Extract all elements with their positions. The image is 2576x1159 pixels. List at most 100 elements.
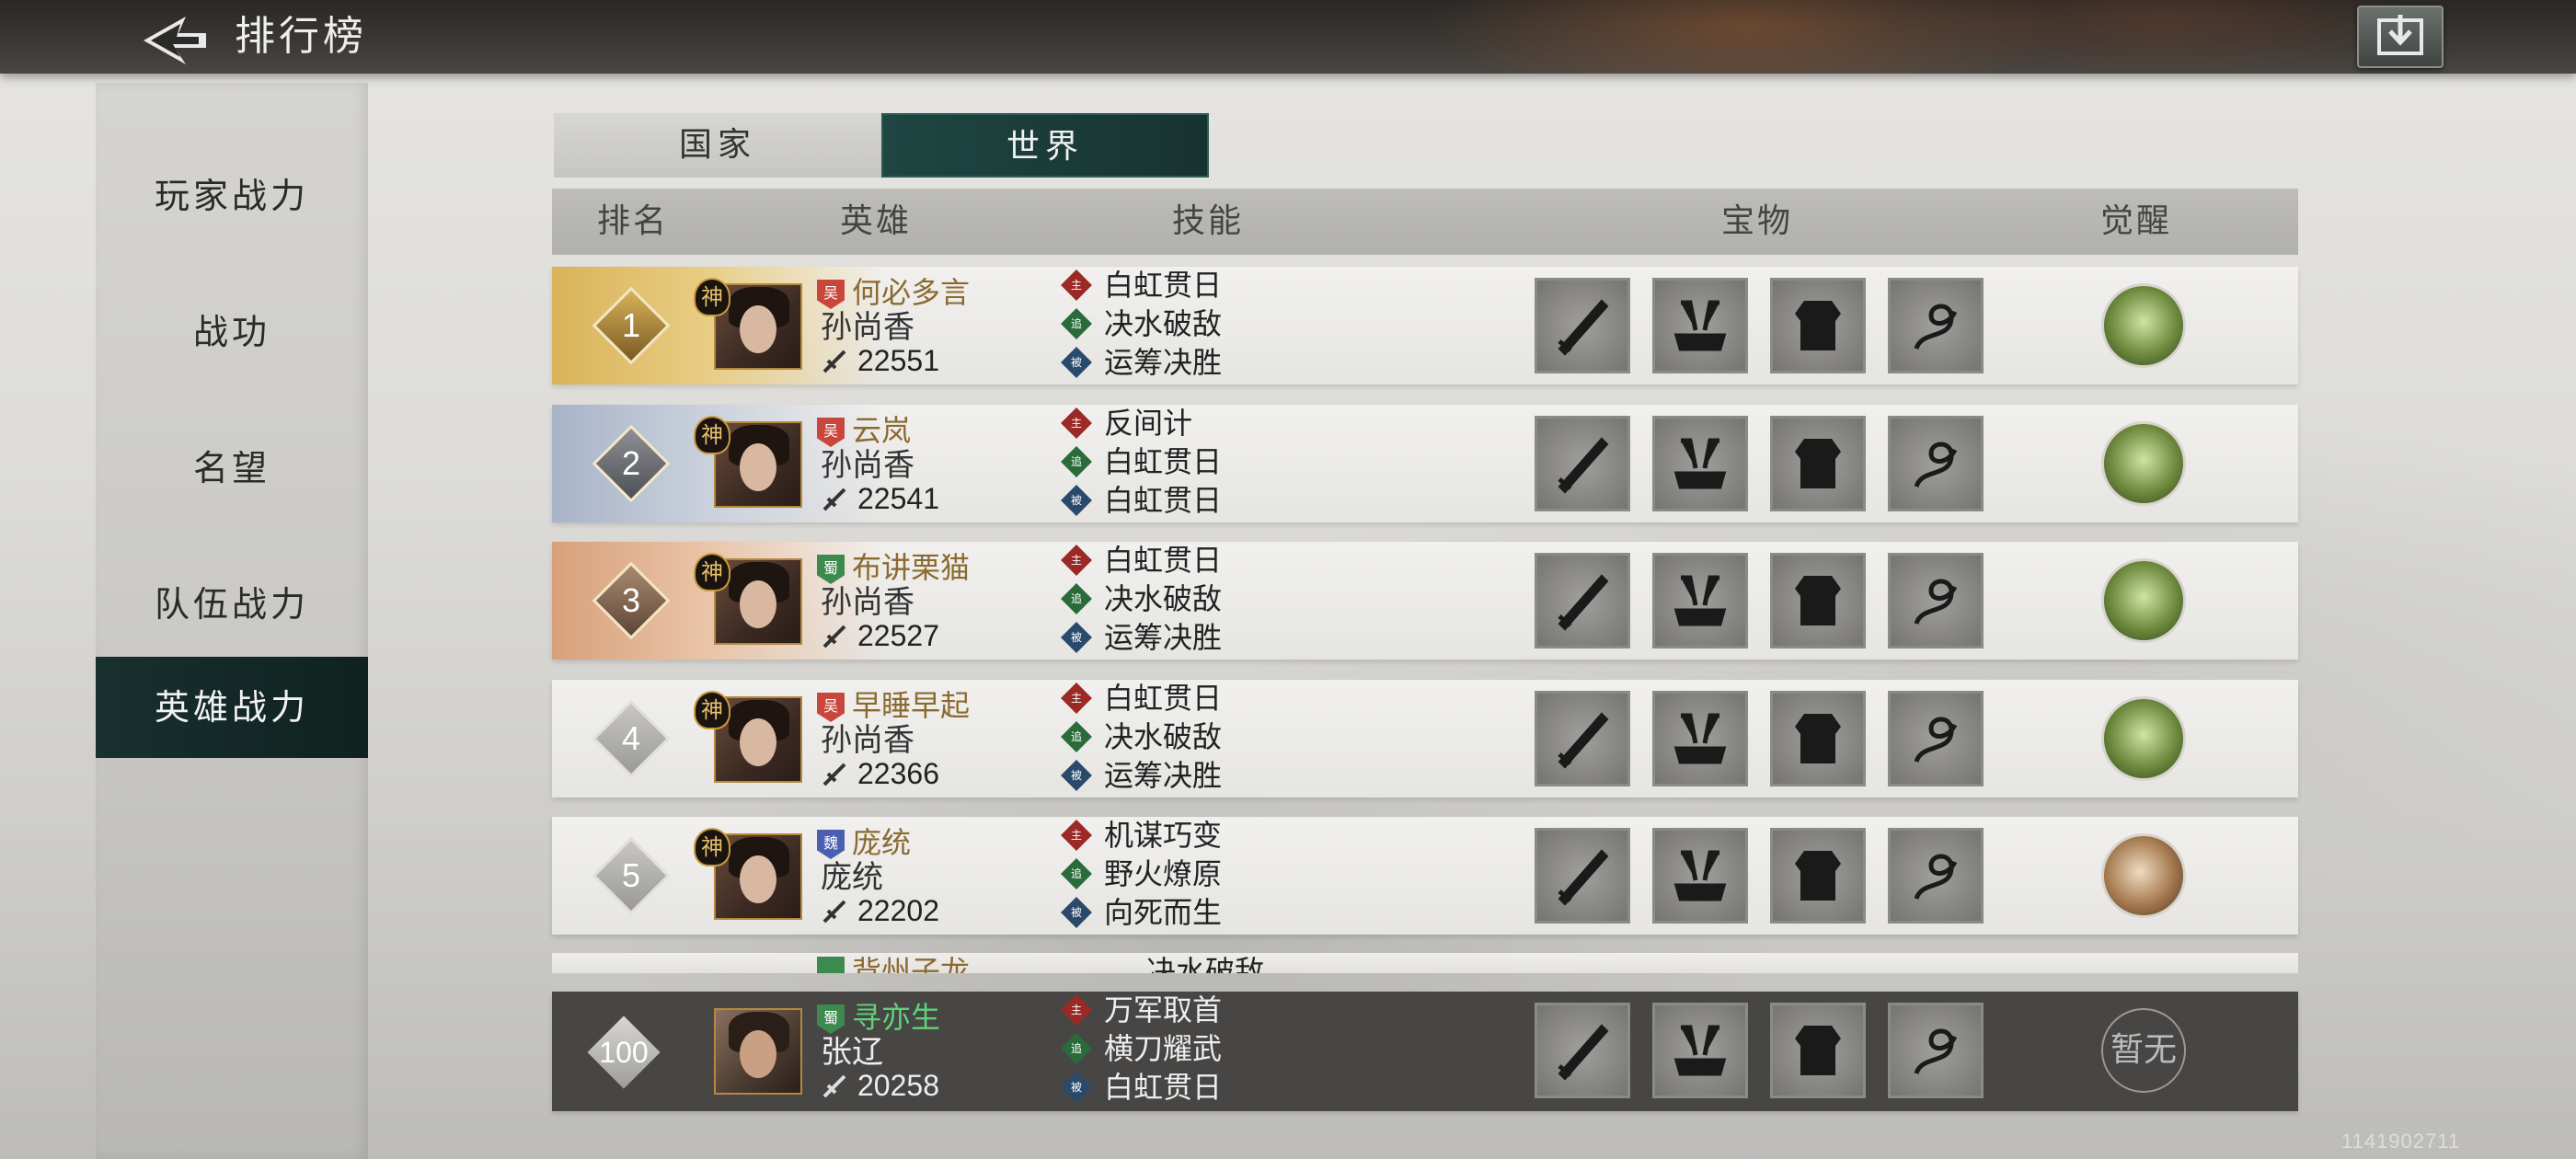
treasure-sword-icon[interactable] [1535,828,1630,924]
tab-country[interactable]: 国家 [554,113,881,178]
skill-name: 白虹贯日 [1104,268,1223,303]
faction-badge [817,957,845,973]
treasure-armor-icon[interactable] [1770,828,1866,924]
power-icon [822,763,846,786]
table-row[interactable]: 1 神吴何必多言 孙尚香 22551 主白虹贯日追决水破敌被运筹决胜 [552,267,2298,384]
skill-tag-passive-icon: 被 [1061,897,1092,928]
sidebar-item-hero-power[interactable]: 英雄战力 [96,657,368,758]
treasure-banner-icon[interactable] [1652,416,1748,511]
treasure-banner-icon[interactable] [1652,553,1748,648]
skill-2[interactable]: 追野火燎原 [1061,855,1223,892]
col-skills-header: 技能 [1171,202,1245,240]
treasure-whip-icon[interactable] [1888,691,1984,786]
skill-2[interactable]: 追决水破敌 [1061,718,1223,755]
skill-2[interactable]: 追横刀耀武 [1061,1030,1222,1067]
skill-3[interactable]: 被白虹贯日 [1061,1069,1222,1106]
skill-name: 野火燎原 [1104,856,1223,891]
treasure-whip-icon[interactable] [1888,1003,1984,1098]
skill-1[interactable]: 主白虹贯日 [1061,680,1223,717]
skill-1[interactable]: 主机谋巧变 [1061,817,1223,854]
skill-1[interactable]: 主白虹贯日 [1061,542,1223,579]
skill-1[interactable]: 主万军取首 [1061,992,1222,1028]
skill-3[interactable]: 被运筹决胜 [1061,619,1222,656]
skill-tag-pursuit-icon: 追 [1061,308,1092,339]
skill-tag-pursuit-icon: 追 [1061,583,1092,614]
skill-name: 反间计 [1104,406,1193,441]
treasure-armor-icon[interactable] [1770,1003,1866,1098]
skill-tag-active-icon: 主 [1061,994,1092,1026]
skill-tag-active-icon: 主 [1061,683,1092,714]
god-badge: 神 [694,278,730,316]
table-row[interactable]: 5 神魏庞统 庞统 22202 主机谋巧变追野火燎原被向死而生 [552,817,2298,935]
share-export-icon[interactable] [2357,6,2444,68]
table-row[interactable]: 3 神蜀布讲栗猫 孙尚香 22527 主白虹贯日追决水破敌被运筹决胜 [552,542,2298,660]
skill-name: 白虹贯日 [1104,543,1223,578]
rank-number: 3 [621,581,641,619]
faction-badge: 蜀 [817,1004,845,1034]
awaken-skill-icon[interactable] [2101,283,2186,368]
treasure-sword-icon[interactable] [1535,691,1630,786]
skill-1[interactable]: 主反间计 [1061,405,1193,442]
skill-1[interactable]: 主白虹贯日 [1061,267,1223,304]
hero-power-value: 22527 [857,619,939,652]
treasure-armor-icon[interactable] [1770,553,1866,648]
treasure-whip-icon[interactable] [1888,278,1984,373]
treasure-whip-icon[interactable] [1888,828,1984,924]
skill-3[interactable]: 被运筹决胜 [1061,757,1222,794]
awaken-none-label: 暂无 [2101,1008,2186,1093]
skill-2[interactable]: 追决水破敌 [1061,580,1223,617]
skill-name: 白虹贯日 [1104,681,1223,716]
treasure-banner-icon[interactable] [1652,691,1748,786]
table-row[interactable]: 2 神吴云岚 孙尚香 22541 主反间计追白虹贯日被白虹贯日 [552,405,2298,522]
col-rank-header: 排名 [596,202,670,240]
hero-portrait[interactable] [714,1008,802,1095]
skill-name: 决水破敌 [1104,581,1223,616]
treasure-armor-icon[interactable] [1770,691,1866,786]
treasure-sword-icon[interactable] [1535,416,1630,511]
treasure-armor-icon[interactable] [1770,416,1866,511]
sidebar-item-prestige[interactable]: 名望 [96,418,368,519]
skill-name: 机谋巧变 [1104,818,1223,853]
skill-tag-active-icon: 主 [1061,270,1092,301]
skill-name: 决水破敌 [1104,719,1223,754]
skill-tag-passive-icon: 被 [1061,485,1092,516]
treasure-sword-icon[interactable] [1535,553,1630,648]
treasure-whip-icon[interactable] [1888,553,1984,648]
awaken-skill-icon[interactable] [2101,421,2186,506]
awaken-skill-icon[interactable] [2101,558,2186,643]
skill-3[interactable]: 被向死而生 [1061,894,1222,931]
back-arrow-icon[interactable] [138,7,212,66]
awaken-skill-icon[interactable] [2101,696,2186,781]
skill-name: 白虹贯日 [1104,483,1223,518]
col-hero-header: 英雄 [839,202,913,240]
skill-name: 白虹贯日 [1104,444,1223,479]
treasure-whip-icon[interactable] [1888,416,1984,511]
partial-table-row: 背州子龙 决水破敌 [552,953,2298,973]
sidebar-item-merit[interactable]: 战功 [96,281,368,383]
treasure-banner-icon[interactable] [1652,1003,1748,1098]
col-awaken-header: 觉醒 [2099,202,2173,240]
user-id: 1141902711 [2341,1130,2461,1153]
sidebar-item-team-power[interactable]: 队伍战力 [96,554,368,655]
skill-2[interactable]: 追决水破敌 [1061,305,1222,342]
sidebar-item-player-power[interactable]: 玩家战力 [96,145,368,247]
page-title: 排行榜 [235,13,367,60]
power-icon [822,625,846,648]
my-rank-row[interactable]: 100 蜀 寻亦生 张辽 20258 主万军取首 追横刀耀武 被白虹贯日 暂无 [552,992,2298,1111]
tab-world[interactable]: 世界 [881,113,1209,178]
col-treasures-header: 宝物 [1720,202,1794,240]
table-row[interactable]: 4 神吴早睡早起 孙尚香 22366 主白虹贯日追决水破敌被运筹决胜 [552,680,2298,798]
treasure-sword-icon[interactable] [1535,278,1630,373]
skill-3[interactable]: 被运筹决胜 [1061,344,1223,381]
ranking-category-sidebar: 玩家战力 战功 名望 队伍战力 英雄战力 [96,83,368,1159]
skill-2[interactable]: 追白虹贯日 [1061,443,1223,480]
treasure-sword-icon[interactable] [1535,1003,1630,1098]
skill-name: 运筹决胜 [1104,345,1223,380]
treasure-banner-icon[interactable] [1652,828,1748,924]
treasure-armor-icon[interactable] [1770,278,1866,373]
treasure-banner-icon[interactable] [1652,278,1748,373]
skill-3[interactable]: 被白虹贯日 [1061,482,1223,519]
hero-power-value: 22366 [857,757,939,790]
awaken-skill-icon[interactable] [2101,833,2186,918]
rank-number: 2 [621,444,641,482]
